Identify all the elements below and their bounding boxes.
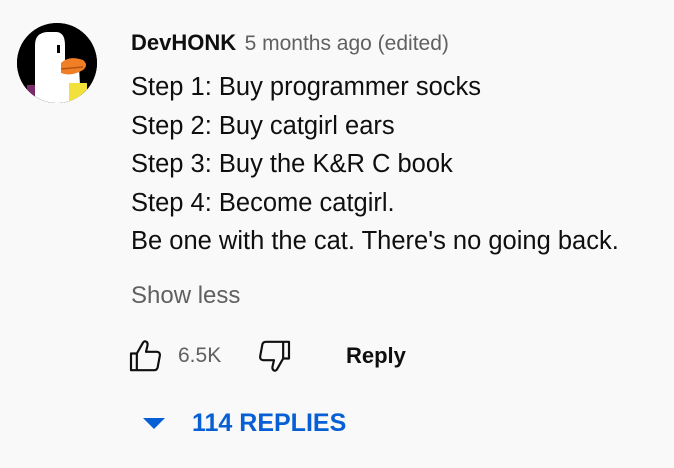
goose-avatar-image	[17, 23, 97, 103]
caret-down-icon	[143, 418, 165, 429]
comment-header: DevHONK 5 months ago (edited)	[131, 30, 449, 59]
show-less-button[interactable]: Show less	[131, 281, 240, 311]
thumbs-up-icon	[129, 340, 161, 372]
thumbs-down-icon	[259, 340, 291, 372]
comment-line: Step 2: Buy catgirl ears	[131, 111, 395, 140]
avatar[interactable]	[17, 23, 97, 103]
comment-line: Step 1: Buy programmer socks	[131, 73, 482, 101]
comment-line: Step 4: Become catgirl.	[131, 188, 395, 217]
replies-count-label: 114 REPLIES	[192, 409, 347, 437]
like-count: 6.5K	[178, 344, 222, 367]
comment-timestamp[interactable]: 5 months ago (edited)	[245, 32, 449, 55]
view-replies-button[interactable]: 114 REPLIES	[140, 405, 346, 441]
reply-button[interactable]: Reply	[346, 343, 406, 369]
comment-line: Be one with the cat. There's no going ba…	[131, 227, 619, 256]
comment-line: Step 3: Buy the K&R C book	[131, 150, 453, 179]
comment-text: Step 1: Buy programmer socks Step 2: Buy…	[131, 68, 671, 261]
author-name[interactable]: DevHONK	[131, 30, 236, 55]
like-button[interactable]	[126, 336, 166, 376]
dislike-button[interactable]	[254, 336, 294, 376]
